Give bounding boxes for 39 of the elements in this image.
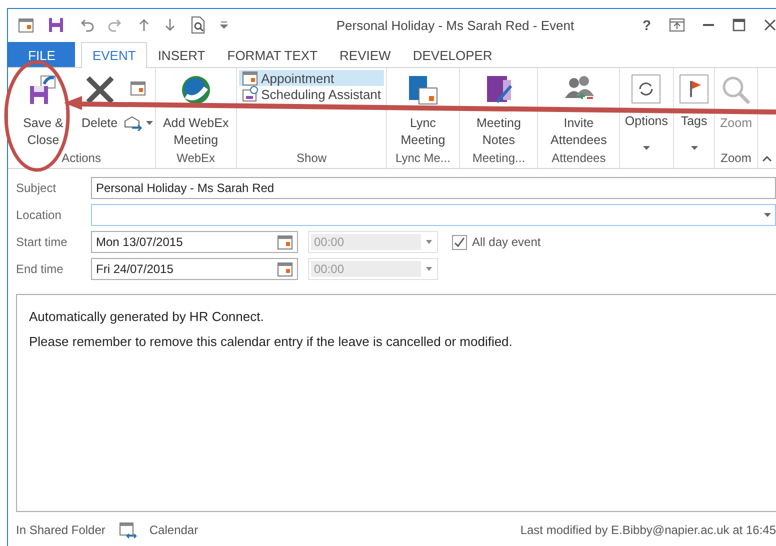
- field-label: Subject: [16, 181, 58, 195]
- group-label: Show: [296, 151, 327, 165]
- status-text: Calendar: [149, 523, 198, 537]
- subject-field[interactable]: Personal Holiday - Ms Sarah Red: [91, 177, 776, 199]
- ribbon-button[interactable]: Delete: [78, 70, 121, 151]
- ribbon-button[interactable]: Scheduling Assistant: [239, 86, 384, 102]
- ribbon-button[interactable]: Invite Attendees: [540, 70, 617, 151]
- group-label: Attendees: [552, 151, 606, 165]
- group-label: WebEx: [176, 151, 216, 165]
- group-label: Meeting...: [472, 151, 526, 165]
- field-label: End time: [16, 262, 64, 276]
- ribbon-button[interactable]: Options: [622, 70, 672, 156]
- body-paragraph: Automatically generated by HR Connect.: [29, 309, 265, 324]
- ribbon-button[interactable]: Lync Meeting: [389, 70, 457, 151]
- ribbon-button[interactable]: Tags: [676, 70, 712, 156]
- group-label: Lync Me...: [396, 151, 450, 165]
- ribbon-button[interactable]: Add WebEx Meeting: [158, 70, 234, 151]
- ribbon-tab[interactable]: DEVELOPER: [402, 42, 504, 68]
- body-paragraph: Please remember to remove this calendar entry if the leave is cancelled or modified.: [29, 334, 514, 349]
- window-title: Personal Holiday - Ms Sarah Red - Event: [335, 18, 576, 32]
- status-text: Last modified by E.Bibby@napier.ac.uk at 16:45: [520, 523, 776, 537]
- ribbon-tab[interactable]: INSERT: [146, 42, 216, 68]
- field-label: Start time: [16, 235, 68, 249]
- ribbon-tab[interactable]: FORMAT TEXT: [216, 42, 329, 68]
- field-label: Location: [16, 208, 62, 222]
- ribbon-button[interactable]: Appointment: [239, 70, 384, 86]
- ribbon-button[interactable]: Save & Close: [10, 70, 76, 151]
- group-label: Zoom: [720, 151, 752, 165]
- ribbon-tab[interactable]: EVENT: [81, 42, 147, 68]
- date-field[interactable]: Mon 13/07/2015: [91, 231, 298, 253]
- help-button[interactable]: ?: [642, 17, 651, 33]
- group-label: Actions: [62, 151, 101, 165]
- ribbon-button[interactable]: Meeting Notes: [462, 70, 536, 151]
- file-tab[interactable]: FILE: [8, 42, 76, 67]
- status-text: In Shared Folder: [16, 523, 106, 537]
- ribbon-tab[interactable]: REVIEW: [328, 42, 402, 68]
- date-field[interactable]: Fri 24/07/2015: [91, 258, 298, 280]
- message-body-field[interactable]: Automatically generated by HR Connect. Please remember to remove this calendar entry if the leave is cancelled or modified.: [16, 294, 776, 512]
- all-day-checkbox[interactable]: All day event: [452, 234, 541, 250]
